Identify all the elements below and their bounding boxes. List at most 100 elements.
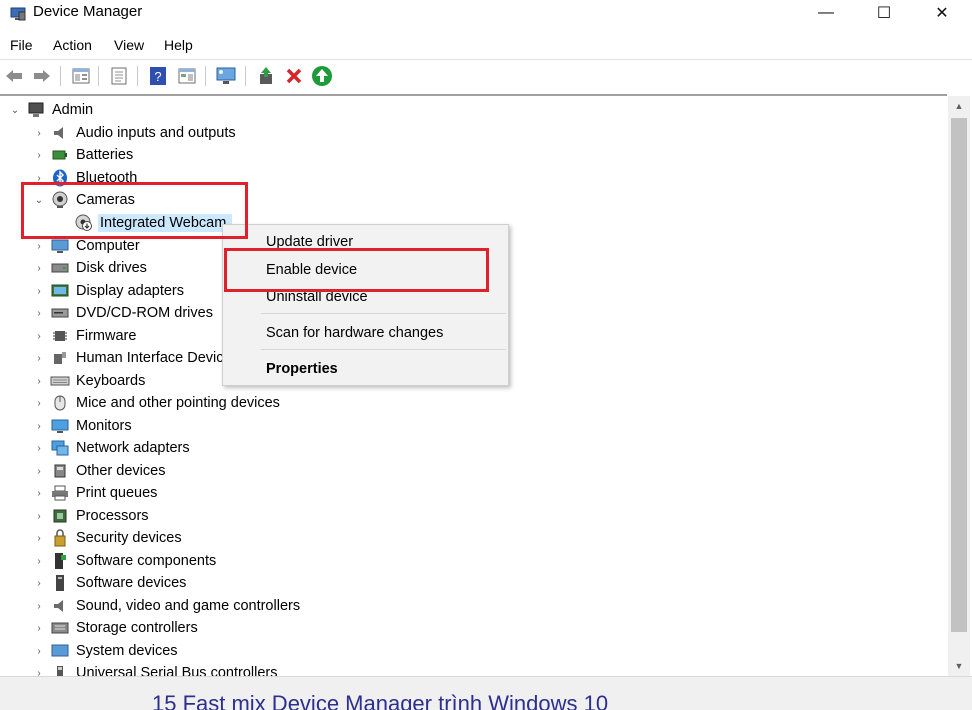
tree-category[interactable]: › Display adapters [32, 280, 184, 302]
menu-view[interactable]: View [114, 37, 144, 53]
tree-category[interactable]: › Print queues [32, 482, 157, 504]
view-icon[interactable] [176, 65, 198, 87]
chevron-right-icon[interactable]: › [32, 556, 46, 567]
disk-drive-icon [50, 259, 70, 277]
minimize-button[interactable]: — [797, 0, 855, 26]
tree-category[interactable]: › Audio inputs and outputs [32, 122, 236, 144]
category-label: Monitors [76, 418, 132, 434]
chevron-right-icon[interactable]: › [32, 241, 46, 252]
category-label: System devices [76, 643, 178, 659]
scroll-up-icon[interactable]: ▲ [948, 96, 970, 116]
chevron-right-icon[interactable]: › [32, 263, 46, 274]
chevron-right-icon[interactable]: › [32, 308, 46, 319]
tree-category[interactable]: › Batteries [32, 144, 133, 166]
properties-icon[interactable] [70, 65, 92, 87]
software-device-icon [50, 574, 70, 592]
chevron-right-icon[interactable]: › [32, 376, 46, 387]
back-icon[interactable] [3, 65, 25, 87]
monitor-icon [50, 417, 70, 435]
mouse-icon [50, 394, 70, 412]
chevron-right-icon[interactable]: › [32, 286, 46, 297]
tree-category[interactable]: › Other devices [32, 460, 165, 482]
tree-category[interactable]: › Mice and other pointing devices [32, 392, 280, 414]
chevron-right-icon[interactable]: › [32, 511, 46, 522]
menu-help[interactable]: Help [164, 37, 193, 53]
category-label: DVD/CD-ROM drives [76, 305, 213, 321]
vertical-scrollbar[interactable]: ▲ ▼ [948, 96, 970, 676]
close-button[interactable]: ✕ [913, 0, 971, 26]
display-adapter-icon [50, 282, 70, 300]
uninstall-icon[interactable] [283, 65, 305, 87]
processor-icon [50, 507, 70, 525]
menu-action[interactable]: Action [53, 37, 92, 53]
menu-separator [261, 313, 506, 314]
title-bar: Device Manager — ☐ ✕ [0, 0, 972, 30]
category-label: Human Interface Devices [76, 350, 239, 366]
tree-category[interactable]: › Security devices [32, 527, 182, 549]
chevron-right-icon[interactable]: › [32, 353, 46, 364]
menu-properties[interactable]: Properties [266, 361, 338, 377]
toolbar-separator [205, 66, 206, 86]
chevron-right-icon[interactable]: › [32, 150, 46, 161]
menu-scan-hardware[interactable]: Scan for hardware changes [266, 325, 443, 341]
highlight-enable-box [224, 248, 489, 292]
tree-category[interactable]: › System devices [32, 640, 178, 662]
category-label: Sound, video and game controllers [76, 598, 301, 614]
toolbar-separator [60, 66, 61, 86]
chevron-right-icon[interactable]: › [32, 443, 46, 454]
chevron-right-icon[interactable]: › [32, 601, 46, 612]
tree-category[interactable]: › Storage controllers [32, 617, 197, 639]
storage-controller-icon [50, 619, 70, 637]
tree-category[interactable]: › Software components [32, 550, 216, 572]
tree-category[interactable]: › Network adapters [32, 437, 189, 459]
category-label: Firmware [76, 328, 137, 344]
tree-category[interactable]: › Firmware [32, 325, 136, 347]
category-label: Software components [76, 553, 217, 569]
tree-root[interactable]: ⌄ Admin [8, 99, 93, 121]
tree-category[interactable]: › Monitors [32, 415, 132, 437]
network-adapter-icon [50, 439, 70, 457]
menu-file[interactable]: File [10, 37, 33, 53]
category-label: Computer [76, 238, 140, 254]
toolbar-separator [98, 66, 99, 86]
tree-category[interactable]: › Disk drives [32, 257, 147, 279]
tree-category[interactable]: › DVD/CD-ROM drives [32, 302, 213, 324]
chevron-down-icon[interactable]: ⌄ [8, 105, 22, 116]
chevron-right-icon[interactable]: › [32, 421, 46, 432]
chevron-right-icon[interactable]: › [32, 466, 46, 477]
category-label: Keyboards [76, 373, 146, 389]
maximize-button[interactable]: ☐ [855, 0, 913, 26]
list-icon[interactable] [108, 65, 130, 87]
forward-icon[interactable] [31, 65, 53, 87]
chevron-right-icon[interactable]: › [32, 488, 46, 499]
category-label: Security devices [76, 530, 182, 546]
category-label: Other devices [76, 463, 166, 479]
scroll-thumb[interactable] [951, 118, 967, 632]
battery-icon [50, 146, 70, 164]
chevron-right-icon[interactable]: › [32, 128, 46, 139]
other-devices-icon [50, 462, 70, 480]
chevron-right-icon[interactable]: › [32, 646, 46, 657]
chevron-right-icon[interactable]: › [32, 533, 46, 544]
sound-icon [50, 597, 70, 615]
tree-category[interactable]: › Software devices [32, 572, 186, 594]
printer-icon [50, 484, 70, 502]
chevron-right-icon[interactable]: › [32, 331, 46, 342]
scan-icon[interactable] [215, 65, 237, 87]
update-driver-icon[interactable] [255, 65, 277, 87]
tree-category[interactable]: › Sound, video and game controllers [32, 595, 300, 617]
category-label: Processors [76, 508, 149, 524]
category-label: Audio inputs and outputs [76, 125, 236, 141]
menu-separator [261, 349, 506, 350]
chevron-right-icon[interactable]: › [32, 578, 46, 589]
tree-category[interactable]: › Human Interface Devices [32, 347, 239, 369]
chevron-right-icon[interactable]: › [32, 623, 46, 634]
scroll-down-icon[interactable]: ▼ [948, 656, 970, 676]
tree-category[interactable]: › Processors [32, 505, 149, 527]
enable-icon[interactable] [311, 65, 333, 87]
chevron-right-icon[interactable]: › [32, 398, 46, 409]
speaker-icon [50, 124, 70, 142]
category-label: Print queues [76, 485, 158, 501]
tree-category[interactable]: › Keyboards [32, 370, 145, 392]
help-icon[interactable]: ? [147, 65, 169, 87]
